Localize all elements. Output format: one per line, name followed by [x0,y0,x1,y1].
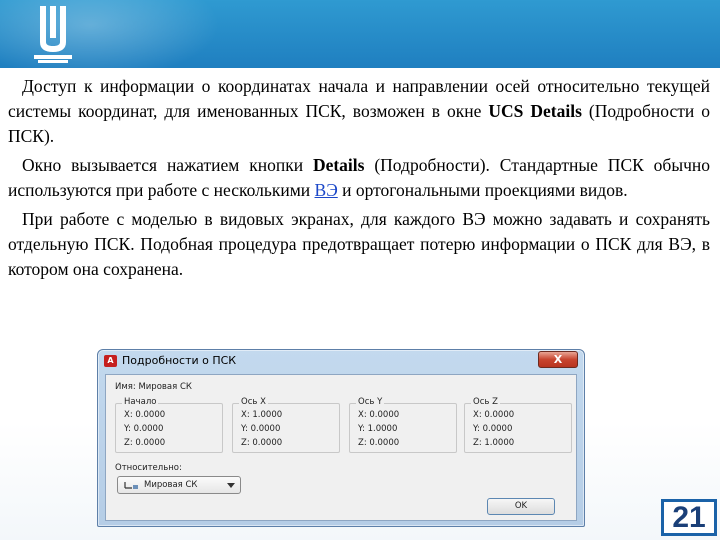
relative-label: Относительно: [115,463,182,473]
paragraph-2: Окно вызывается нажатием кнопки Details … [8,153,710,203]
x-axis-z: Z: 0.0000 [241,438,283,448]
page-number: 21 [661,499,717,536]
x-axis-group-label: Ось X [239,397,268,407]
x-axis-x: X: 1.0000 [241,410,283,420]
close-button[interactable]: X [538,351,578,368]
slide-header [0,0,720,68]
origin-group-label: Начало [122,397,159,407]
name-row: Имя: Мировая СК [115,382,192,392]
relative-dropdown-value: Мировая СК [144,480,198,490]
relative-dropdown[interactable]: Мировая СК [117,476,241,494]
university-logo-icon [34,6,72,63]
ucs-icon [124,482,138,489]
details-term: Details [312,155,365,175]
dialog-title: Подробности о ПСК [122,354,237,367]
name-label: Имя: [115,382,136,392]
ucs-details-term: UCS Details [488,101,582,121]
slide-body: Доступ к информации о координатах начала… [8,74,710,286]
y-axis-group-label: Ось Y [356,397,385,407]
paragraph-2-text: Окно вызывается нажатием кнопки [22,155,313,175]
ok-button[interactable]: OK [487,498,555,515]
y-axis-y: Y: 1.0000 [358,424,398,434]
paragraph-3: При работе с моделью в видовых экранах, … [8,209,710,279]
paragraph-2-tail: и ортогональными проекциями видов. [337,180,628,200]
close-icon: X [553,353,563,366]
name-value: Мировая СК [138,382,192,392]
x-axis-group: Ось X X: 1.0000 Y: 0.0000 Z: 0.0000 [232,397,340,453]
paragraph-1: Доступ к информации о координатах начала… [8,74,710,149]
z-axis-x: X: 0.0000 [473,410,515,420]
y-axis-x: X: 0.0000 [358,410,400,420]
z-axis-z: Z: 1.0000 [473,438,515,448]
ucs-details-dialog: A Подробности о ПСК X Имя: Мировая СК На… [97,349,585,527]
app-icon: A [104,355,117,367]
viewport-link[interactable]: ВЭ [315,180,338,200]
z-axis-y: Y: 0.0000 [473,424,513,434]
dialog-titlebar[interactable]: A Подробности о ПСК X [98,350,584,372]
origin-z: Z: 0.0000 [124,438,166,448]
origin-x: X: 0.0000 [124,410,166,420]
y-axis-z: Z: 0.0000 [358,438,400,448]
z-axis-group: Ось Z X: 0.0000 Y: 0.0000 Z: 1.0000 [464,397,572,453]
x-axis-y: Y: 0.0000 [241,424,281,434]
origin-y: Y: 0.0000 [124,424,164,434]
z-axis-group-label: Ось Z [471,397,500,407]
y-axis-group: Ось Y X: 0.0000 Y: 1.0000 Z: 0.0000 [349,397,457,453]
chevron-down-icon [227,483,235,488]
origin-group: Начало X: 0.0000 Y: 0.0000 Z: 0.0000 [115,397,223,453]
